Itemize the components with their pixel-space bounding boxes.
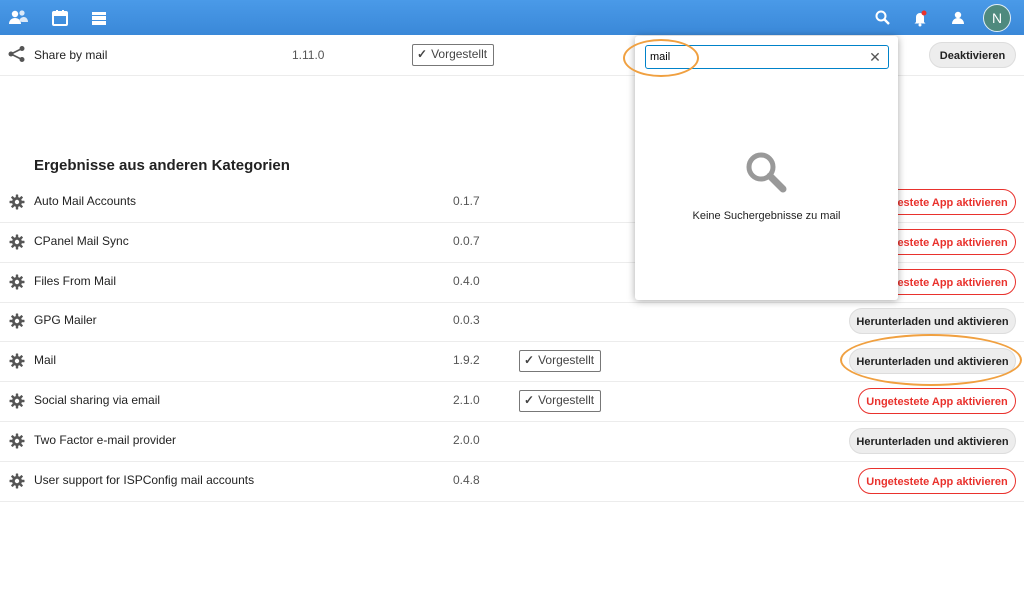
share-icon (8, 46, 25, 62)
table-row: Social sharing via email 2.1.0 ✓ Vorgestell… (0, 381, 1024, 422)
avatar[interactable]: N (983, 4, 1011, 32)
contacts-menu-icon[interactable] (948, 8, 968, 28)
featured-tag: ✓ Vorgestellt (412, 44, 495, 66)
featured-tag: ✓ Vorgestellt (519, 350, 602, 372)
search-icon (746, 152, 787, 193)
section-title: Ergebnisse aus anderen Kategorien (34, 157, 290, 174)
files-icon[interactable] (89, 8, 109, 28)
app-version: 0.4.0 (453, 274, 480, 288)
calendar-icon[interactable] (50, 8, 70, 28)
check-icon: ✓ (524, 393, 535, 407)
gear-icon (9, 473, 25, 489)
app-action-button[interactable]: Herunterladen und aktivieren (849, 348, 1016, 374)
deactivate-button[interactable]: Deaktivieren (929, 42, 1016, 68)
search-field[interactable]: ✕ (645, 45, 889, 69)
app-version: 0.1.7 (453, 194, 480, 208)
search-icon[interactable] (873, 8, 893, 28)
tag-label: Vorgestellt (431, 47, 488, 61)
table-row: User support for ISPConfig mail accounts… (0, 461, 1024, 502)
gear-icon (9, 313, 25, 329)
app-name: Social sharing via email (34, 393, 161, 407)
notifications-icon[interactable] (910, 8, 930, 28)
table-row: Two Factor e-mail provider 2.0.0 Herunterl… (0, 421, 1024, 462)
header-bar: N (0, 0, 1024, 35)
gear-icon (9, 194, 25, 210)
app-name: Mail (34, 353, 57, 367)
tag-label: Vorgestellt (538, 353, 595, 367)
app-name: Files From Mail (34, 274, 117, 288)
table-row: GPG Mailer 0.0.3 Herunterladen und aktivie… (0, 301, 1024, 342)
gear-icon (9, 353, 25, 369)
search-popup: ✕ Keine Suchergebnisse zu mail (635, 36, 898, 300)
app-version: 2.0.0 (453, 433, 480, 447)
app-name: Auto Mail Accounts (34, 194, 137, 208)
app-name: Share by mail (34, 48, 108, 62)
gear-icon (9, 393, 25, 409)
app-name: CPanel Mail Sync (34, 234, 129, 248)
app-name: GPG Mailer (34, 313, 97, 327)
app-action-button[interactable]: Ungetestete App aktivieren (858, 468, 1016, 494)
app-version: 0.4.8 (453, 473, 480, 487)
app-action-button[interactable]: Herunterladen und aktivieren (849, 428, 1016, 454)
table-row: Mail 1.9.2 ✓ Vorgestellt Herunterladen und a… (0, 341, 1024, 382)
app-version: 1.9.2 (453, 353, 480, 367)
app-name: Two Factor e-mail provider (34, 433, 177, 447)
check-icon: ✓ (524, 353, 535, 367)
contacts-icon[interactable] (8, 8, 28, 28)
app-action-button[interactable]: Herunterladen und aktivieren (849, 308, 1016, 334)
app-version: 1.11.0 (292, 48, 325, 62)
search-input[interactable] (650, 48, 860, 66)
gear-icon (9, 234, 25, 250)
clear-search-icon[interactable]: ✕ (868, 49, 882, 65)
app-version: 0.0.3 (453, 313, 480, 327)
check-icon: ✓ (417, 47, 428, 61)
gear-icon (9, 433, 25, 449)
app-action-button[interactable]: Ungetestete App aktivieren (858, 388, 1016, 414)
no-results-text: Keine Suchergebnisse zu mail (692, 210, 841, 222)
app-version: 2.1.0 (453, 393, 480, 407)
app-version: 0.0.7 (453, 234, 480, 248)
gear-icon (9, 274, 25, 290)
app-name: User support for ISPConfig mail accounts (34, 473, 255, 487)
tag-label: Vorgestellt (538, 393, 595, 407)
featured-tag: ✓ Vorgestellt (519, 390, 602, 412)
